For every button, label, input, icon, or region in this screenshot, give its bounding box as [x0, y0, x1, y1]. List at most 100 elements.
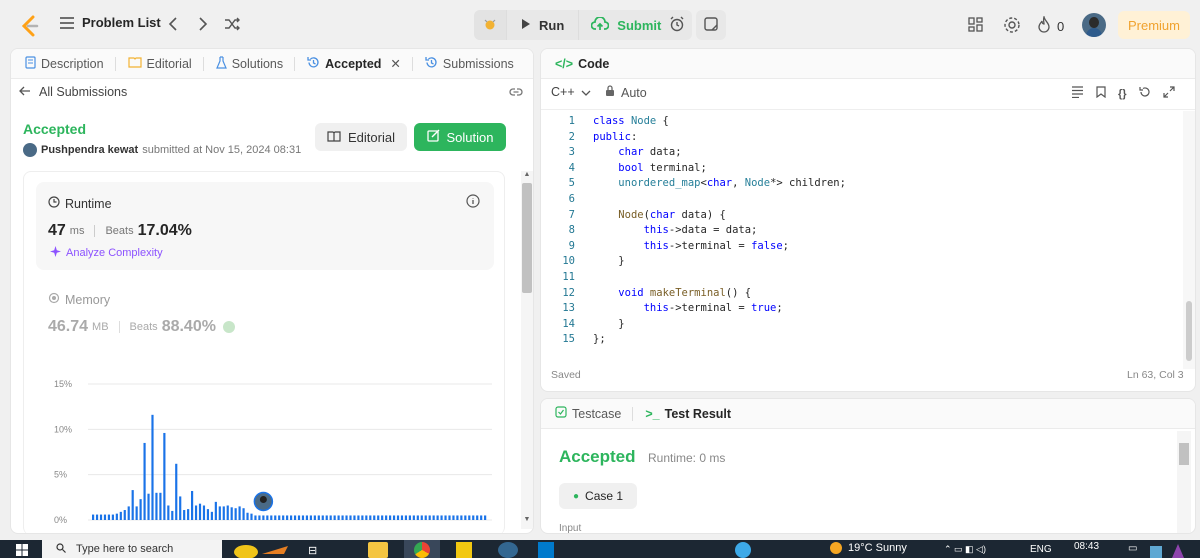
distribution-bar[interactable] [159, 492, 162, 520]
clock[interactable]: 08:43 [1074, 541, 1099, 552]
distribution-bar[interactable] [408, 515, 411, 520]
info-icon[interactable] [466, 194, 480, 211]
distribution-bar[interactable] [151, 414, 154, 520]
distribution-bar[interactable] [202, 505, 206, 520]
distribution-bar[interactable] [194, 505, 198, 520]
code-editor[interactable]: 1 class Node {2 public: 3 char data; 4 bool … [549, 114, 846, 348]
tab-accepted[interactable]: Accepted ✕ [301, 49, 419, 79]
distribution-bar[interactable] [301, 515, 305, 520]
language-select[interactable]: C++ [551, 85, 591, 99]
code-line[interactable]: 14 } [549, 317, 846, 333]
distribution-bar[interactable] [226, 505, 229, 520]
next-problem-icon[interactable] [198, 17, 208, 34]
tab-code[interactable]: </> Code [549, 49, 615, 79]
link-icon[interactable] [509, 86, 523, 101]
distribution-bar[interactable] [337, 515, 340, 520]
distribution-bar[interactable] [468, 515, 471, 520]
distribution-bar[interactable] [155, 492, 158, 520]
braces-icon[interactable]: {} [1118, 88, 1127, 100]
distribution-bar[interactable] [179, 496, 182, 520]
distribution-bar[interactable] [210, 511, 213, 520]
code-line[interactable]: 13 this->terminal = true; [549, 301, 846, 317]
distribution-bar[interactable] [369, 515, 372, 520]
windows-start-icon[interactable] [16, 544, 28, 558]
distribution-bar[interactable] [428, 515, 431, 520]
distribution-bar[interactable] [123, 510, 126, 520]
distribution-bar[interactable] [329, 515, 332, 520]
distribution-bar[interactable] [290, 515, 293, 520]
distribution-bar[interactable] [321, 515, 324, 520]
distribution-bar[interactable] [432, 515, 435, 520]
distribution-bar[interactable] [448, 515, 451, 520]
distribution-bar[interactable] [444, 515, 447, 520]
layout-icon[interactable] [968, 17, 984, 36]
leetcode-logo[interactable] [20, 15, 40, 37]
distribution-bar[interactable] [274, 515, 277, 520]
code-line[interactable]: 4 bool terminal; [549, 161, 846, 177]
distribution-bar[interactable] [99, 514, 103, 520]
distribution-bar[interactable] [246, 512, 249, 520]
tray-app-icons[interactable] [1150, 542, 1190, 558]
editorial-button[interactable]: Editorial [315, 123, 407, 151]
distribution-bar[interactable] [198, 503, 202, 520]
premium-button[interactable]: Premium [1118, 11, 1190, 39]
distribution-bar[interactable] [472, 515, 475, 520]
distribution-bar[interactable] [218, 506, 221, 520]
distribution-bar[interactable] [282, 515, 285, 520]
weather-widget[interactable]: 19°C Sunny [830, 542, 907, 554]
debug-button[interactable] [474, 10, 506, 40]
file-explorer-icon[interactable] [368, 542, 388, 558]
distribution-bar[interactable] [317, 515, 320, 520]
distribution-bar[interactable] [400, 515, 404, 520]
distribution-bar[interactable] [385, 515, 388, 520]
code-line[interactable]: 7 Node(char data) { [549, 208, 846, 224]
distribution-bar[interactable] [230, 507, 233, 520]
distribution-bar[interactable] [254, 515, 257, 520]
distribution-bar[interactable] [95, 514, 99, 520]
distribution-bar[interactable] [305, 515, 309, 520]
bookmark-icon[interactable] [1096, 86, 1106, 101]
runtime-card[interactable]: Runtime 47 ms Beats 17.04% Analyze Compl… [36, 182, 494, 270]
distribution-bar[interactable] [214, 501, 217, 520]
code-line[interactable]: 15}; [549, 332, 846, 348]
result-scrollbar[interactable] [1177, 431, 1191, 533]
distribution-bar[interactable] [484, 515, 487, 520]
distribution-bar[interactable] [111, 514, 114, 520]
format-icon[interactable] [1071, 86, 1084, 101]
taskbar-search[interactable]: Type here to search [42, 540, 222, 558]
run-button[interactable]: Run [506, 10, 578, 40]
distribution-bar[interactable] [119, 511, 122, 520]
code-line[interactable]: 12 void makeTerminal() { [549, 286, 846, 302]
distribution-bar[interactable] [131, 490, 134, 520]
distribution-chart[interactable]: 15% 10% 5% 0% [24, 368, 504, 534]
distribution-bar[interactable] [353, 515, 356, 520]
distribution-bar[interactable] [381, 515, 384, 520]
tab-editorial[interactable]: Editorial [122, 49, 210, 79]
distribution-bar[interactable] [107, 514, 111, 520]
distribution-bar[interactable] [187, 509, 190, 520]
distribution-bar[interactable] [365, 515, 368, 520]
tab-solutions[interactable]: Solutions [210, 49, 301, 79]
code-line[interactable]: 1 class Node { [549, 114, 846, 130]
distribution-bar[interactable] [286, 515, 289, 520]
distribution-bar[interactable] [293, 515, 297, 520]
distribution-bar[interactable] [476, 515, 479, 520]
distribution-bar[interactable] [341, 515, 344, 520]
notes-button[interactable] [696, 10, 726, 40]
all-submissions-link[interactable]: All Submissions [19, 85, 127, 99]
task-view-icon[interactable]: ⊟ [308, 544, 317, 557]
distribution-bar[interactable] [464, 515, 467, 520]
distribution-bar[interactable] [266, 515, 269, 520]
analyze-complexity-link[interactable]: Analyze Complexity [50, 246, 163, 260]
distribution-bar[interactable] [175, 463, 178, 520]
distribution-bar[interactable] [345, 515, 348, 520]
settings-gear-icon[interactable] [1003, 16, 1021, 37]
chrome-taskbar-button[interactable] [404, 540, 440, 558]
distribution-bar[interactable] [115, 513, 118, 520]
tab-test-result[interactable]: >_ Test Result [639, 399, 737, 429]
taskbar-widget-icon[interactable] [232, 542, 292, 558]
user-avatar[interactable] [1082, 13, 1106, 37]
distribution-bar[interactable] [127, 506, 130, 520]
distribution-bar[interactable] [361, 515, 364, 520]
code-line[interactable]: 8 this->data = data; [549, 223, 846, 239]
